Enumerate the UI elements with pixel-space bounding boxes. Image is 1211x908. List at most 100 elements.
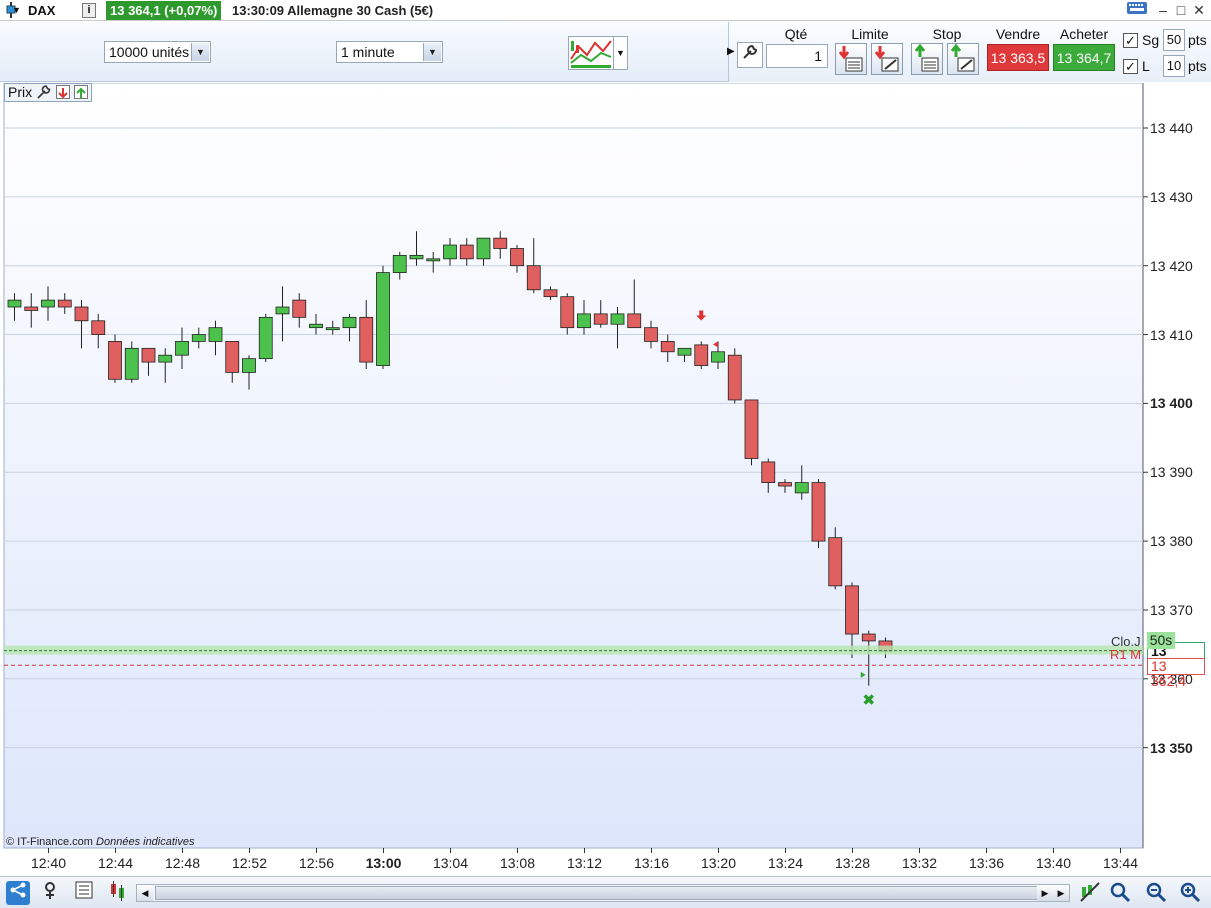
candle-body[interactable] <box>560 296 575 329</box>
candle-body[interactable] <box>74 306 89 322</box>
candle-body[interactable] <box>828 537 843 587</box>
candle-body[interactable] <box>376 272 390 366</box>
candle-body[interactable] <box>225 341 240 373</box>
candle-body[interactable] <box>761 461 776 483</box>
candle-body[interactable] <box>258 316 273 360</box>
candle-body[interactable] <box>794 482 809 494</box>
units-dropdown[interactable]: 10000 unités ▼ <box>104 41 211 63</box>
candle-body[interactable] <box>660 341 675 353</box>
horizontal-scrollbar[interactable]: ◀ ▶ ▶ <box>136 884 1070 902</box>
candle-body[interactable] <box>242 358 256 373</box>
scroll-right-arrow[interactable]: ▶ <box>1053 885 1069 901</box>
candle-body[interactable] <box>543 289 558 298</box>
sg-points-input[interactable]: 50 <box>1163 29 1185 51</box>
wrench-icon[interactable] <box>36 84 52 103</box>
list-icon[interactable] <box>72 881 96 905</box>
l-points-input[interactable]: 10 <box>1163 55 1185 77</box>
candle-body[interactable] <box>711 351 725 363</box>
candle-body[interactable] <box>493 237 508 249</box>
candle-timer-badge: 50s <box>1147 632 1175 649</box>
limit-edit-order-icon[interactable] <box>871 43 903 75</box>
candle-body[interactable] <box>778 482 792 487</box>
candle-body[interactable] <box>392 254 407 273</box>
wrench-icon[interactable] <box>737 42 763 68</box>
candle-body[interactable] <box>275 306 290 315</box>
x-tick-label: 13:44 <box>1102 855 1139 871</box>
candle-body[interactable] <box>811 482 826 542</box>
buy-button[interactable]: 13 364,7 <box>1053 44 1115 71</box>
candle-body[interactable] <box>861 633 876 642</box>
stop-edit-order-icon[interactable] <box>947 43 979 75</box>
candle-body[interactable] <box>24 306 39 311</box>
candle-body[interactable] <box>141 347 156 363</box>
zoom-out-icon[interactable] <box>1144 881 1168 905</box>
zoom-in-icon[interactable] <box>1178 881 1202 905</box>
candle-body[interactable] <box>744 399 759 459</box>
price-pane-label[interactable]: Prix <box>4 83 92 102</box>
candle-body[interactable] <box>309 323 323 329</box>
zoom-fit-icon[interactable] <box>1108 881 1132 905</box>
chart-area[interactable]: Prix 13 440 13 430 13 420 13 410 13 400 13 39… <box>0 83 1211 871</box>
y-tick-label: 13 370 <box>1150 601 1193 618</box>
close-icon[interactable]: ✕ <box>1188 1 1210 20</box>
candle-body[interactable] <box>443 244 457 260</box>
stop-buy-order-icon[interactable] <box>911 43 943 75</box>
chevron-down-icon[interactable]: ▼ <box>191 43 209 61</box>
candle-body[interactable] <box>627 313 642 329</box>
chevron-down-icon[interactable]: ▼ <box>613 37 627 69</box>
candle-body[interactable] <box>727 354 742 401</box>
x-tick-label: 13:36 <box>968 855 1005 871</box>
info-icon[interactable]: i <box>82 3 96 18</box>
candle-body[interactable] <box>342 316 357 329</box>
candle-body[interactable] <box>208 327 223 342</box>
sell-button[interactable]: 13 363,5 <box>987 44 1049 71</box>
candle-body[interactable] <box>325 327 340 331</box>
buy-arrow-icon[interactable] <box>73 85 88 99</box>
instrument-name[interactable]: DAX <box>28 0 55 21</box>
candle-body[interactable] <box>359 316 374 363</box>
candle-body[interactable] <box>175 341 189 356</box>
candle-body[interactable] <box>577 313 591 329</box>
candle-body[interactable] <box>409 254 424 260</box>
collapse-arrow-icon[interactable]: ▶ <box>727 46 735 57</box>
candle-body[interactable] <box>158 354 173 363</box>
candle-body[interactable] <box>57 299 72 308</box>
timeframe-dropdown[interactable]: 1 minute ▼ <box>336 41 443 63</box>
auto-scale-icon[interactable] <box>1078 881 1102 905</box>
scroll-end-arrow[interactable]: ▶ <box>1037 885 1053 901</box>
scroll-left-arrow[interactable]: ◀ <box>137 885 153 901</box>
sell-arrow-icon[interactable] <box>55 85 70 99</box>
candle-body[interactable] <box>108 341 122 380</box>
keyboard-icon[interactable] <box>1126 1 1148 20</box>
candle-body[interactable] <box>510 248 524 267</box>
candle-body[interactable] <box>459 244 474 260</box>
candle-body[interactable] <box>91 320 106 335</box>
qty-input[interactable]: 1 <box>766 44 828 68</box>
indicators-button[interactable]: ▼ <box>568 36 628 70</box>
share-icon[interactable] <box>6 881 30 905</box>
candle-body[interactable] <box>526 265 541 291</box>
copyright-text: © IT-Finance.com <box>6 836 93 848</box>
candle-body[interactable] <box>476 237 491 260</box>
candle-body[interactable] <box>593 313 608 325</box>
candle-body[interactable] <box>610 313 625 325</box>
chart-type-icon[interactable] <box>106 881 130 905</box>
sg-checkbox[interactable]: ✓ <box>1123 33 1138 48</box>
candle-body[interactable] <box>292 299 307 318</box>
limit-buy-order-icon[interactable] <box>835 43 867 75</box>
chevron-down-icon[interactable]: ▼ <box>12 0 21 21</box>
candle-body[interactable] <box>426 258 441 262</box>
price-chart[interactable] <box>0 83 1211 876</box>
candle-body[interactable] <box>694 344 709 366</box>
scroll-thumb[interactable] <box>155 886 1045 900</box>
candle-body[interactable] <box>845 585 859 635</box>
chevron-down-icon[interactable]: ▼ <box>423 43 441 61</box>
candle-body[interactable] <box>191 334 206 342</box>
candle-body[interactable] <box>41 299 55 308</box>
candle-body[interactable] <box>124 347 139 380</box>
l-checkbox[interactable]: ✓ <box>1123 59 1138 74</box>
candle-body[interactable] <box>677 347 692 356</box>
candle-body[interactable] <box>7 299 22 308</box>
candle-body[interactable] <box>644 327 658 342</box>
drawing-tool-icon[interactable] <box>40 881 64 905</box>
